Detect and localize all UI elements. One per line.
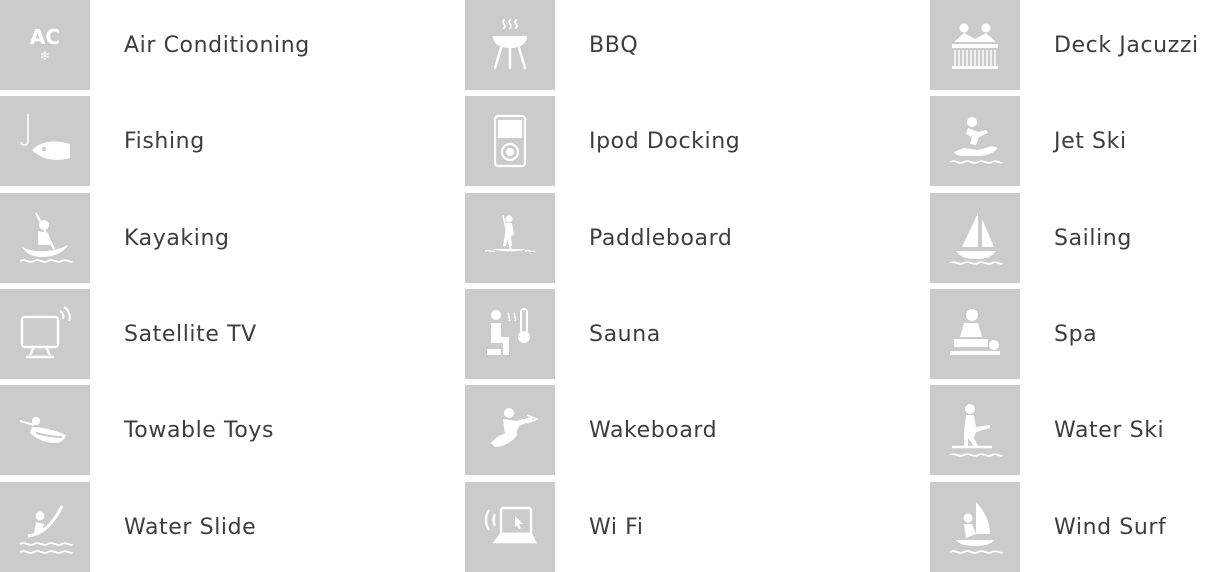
amenity-ipod-docking: Ipod Docking [465,96,740,186]
amenity-label: Deck Jacuzzi [1054,32,1199,58]
amenity-kayaking: Kayaking [0,193,230,283]
amenity-label: Sauna [589,321,661,347]
water-slide-icon [0,482,90,572]
amenity-paddleboard: Paddleboard [465,193,732,283]
kayaking-icon [0,193,90,283]
amenity-label: Water Slide [124,514,257,540]
amenity-sailing: Sailing [930,193,1132,283]
wifi-icon [465,482,555,572]
amenity-air-conditioning: AC ❄ Air Conditioning [0,0,310,90]
amenity-label: Wakeboard [589,417,718,443]
satellite-tv-icon [0,289,90,379]
air-conditioning-icon: AC ❄ [0,0,90,90]
amenity-label: Towable Toys [124,417,275,443]
amenity-water-slide: Water Slide [0,482,256,572]
amenity-wakeboard: Wakeboard [465,385,717,475]
svg-text:❄: ❄ [40,49,50,63]
towable-toys-icon [0,385,90,475]
amenity-label: Jet Ski [1054,128,1127,154]
amenity-fishing: Fishing [0,96,205,186]
amenity-spa: Spa [930,289,1097,379]
svg-text:AC: AC [30,25,60,49]
paddleboard-icon [465,193,555,283]
amenity-label: Spa [1054,321,1098,347]
ipod-docking-icon [465,96,555,186]
amenity-label: Wind Surf [1054,514,1167,540]
amenity-bbq: BBQ [465,0,638,90]
amenity-wifi: Wi Fi [465,482,644,572]
water-ski-icon [930,385,1020,475]
amenity-wind-surf: Wind Surf [930,482,1166,572]
sauna-icon [465,289,555,379]
bbq-icon [465,0,555,90]
amenity-label: Air Conditioning [124,32,310,58]
amenity-label: Fishing [124,128,205,154]
amenity-satellite-tv: Satellite TV [0,289,257,379]
amenity-label: Sailing [1054,225,1132,251]
amenities-grid: AC ❄ Air Conditioning BBQ Deck Jacuzzi F… [0,0,1224,572]
jet-ski-icon [930,96,1020,186]
amenity-label: Wi Fi [589,514,644,540]
amenity-label: Ipod Docking [589,128,741,154]
amenity-label: Water Ski [1054,417,1165,443]
amenity-sauna: Sauna [465,289,661,379]
amenity-deck-jacuzzi: Deck Jacuzzi [930,0,1199,90]
amenity-water-ski: Water Ski [930,385,1164,475]
amenity-label: Kayaking [124,225,230,251]
fishing-icon [0,96,90,186]
spa-icon [930,289,1020,379]
amenity-towable-toys: Towable Toys [0,385,274,475]
amenity-label: BBQ [589,32,639,58]
deck-jacuzzi-icon [930,0,1020,90]
wind-surf-icon [930,482,1020,572]
sailing-icon [930,193,1020,283]
amenity-label: Satellite TV [124,321,257,347]
wakeboard-icon [465,385,555,475]
amenity-jet-ski: Jet Ski [930,96,1127,186]
amenity-label: Paddleboard [589,225,733,251]
